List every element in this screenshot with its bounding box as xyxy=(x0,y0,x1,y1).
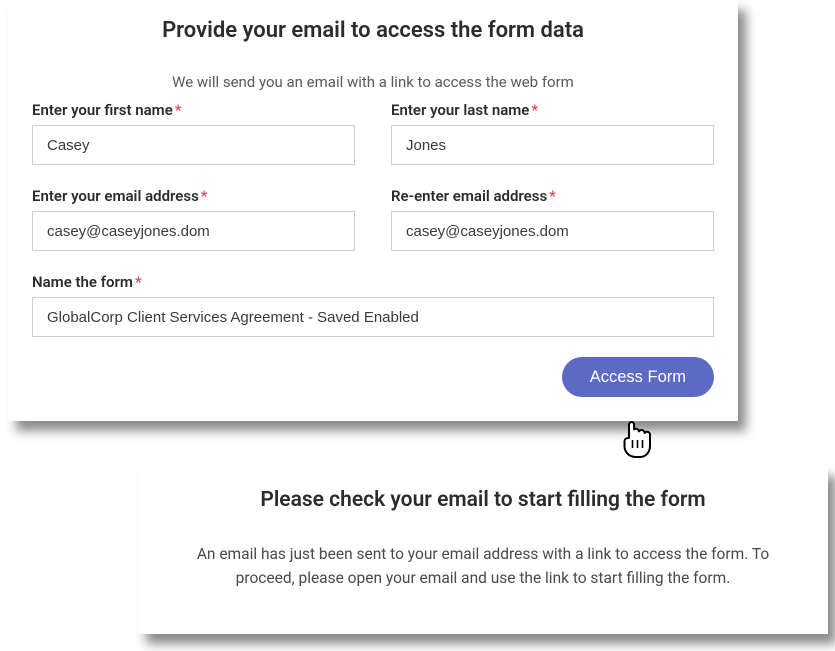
form-name-label: Name the form* xyxy=(32,273,714,291)
access-form-button[interactable]: Access Form xyxy=(562,357,714,397)
required-marker: * xyxy=(135,273,142,291)
form-name-field: Name the form* xyxy=(32,273,714,337)
label-text: Name the form xyxy=(32,273,133,291)
panel-title: Provide your email to access the form da… xyxy=(112,18,634,43)
required-marker: * xyxy=(175,101,182,119)
pointer-cursor-icon xyxy=(618,418,654,460)
label-text: Enter your first name xyxy=(32,101,173,119)
label-text: Enter your email address xyxy=(32,187,199,205)
last-name-input[interactable] xyxy=(391,125,714,165)
confirmation-title: Please check your email to start filling… xyxy=(168,488,798,512)
first-name-label: Enter your first name* xyxy=(32,101,355,119)
first-name-field: Enter your first name* xyxy=(32,101,355,165)
required-marker: * xyxy=(201,187,208,205)
access-form-panel: Provide your email to access the form da… xyxy=(8,0,738,421)
last-name-field: Enter your last name* xyxy=(391,101,714,165)
last-name-label: Enter your last name* xyxy=(391,101,714,119)
label-text: Enter your last name xyxy=(391,101,529,119)
actions-row: Access Form xyxy=(32,357,714,397)
panel-subtitle: We will send you an email with a link to… xyxy=(32,73,714,91)
email-confirm-input[interactable] xyxy=(391,211,714,251)
required-marker: * xyxy=(549,187,556,205)
confirmation-body: An email has just been sent to your emai… xyxy=(168,542,798,590)
email-confirm-field: Re-enter email address* xyxy=(391,187,714,251)
name-row: Enter your first name* Enter your last n… xyxy=(32,101,714,165)
email-field: Enter your email address* xyxy=(32,187,355,251)
required-marker: * xyxy=(531,101,538,119)
first-name-input[interactable] xyxy=(32,125,355,165)
label-text: Re-enter email address xyxy=(391,187,547,205)
form-name-input[interactable] xyxy=(32,297,714,337)
email-input[interactable] xyxy=(32,211,355,251)
email-confirm-label: Re-enter email address* xyxy=(391,187,714,205)
email-row: Enter your email address* Re-enter email… xyxy=(32,187,714,251)
email-label: Enter your email address* xyxy=(32,187,355,205)
confirmation-panel: Please check your email to start filling… xyxy=(138,466,828,634)
